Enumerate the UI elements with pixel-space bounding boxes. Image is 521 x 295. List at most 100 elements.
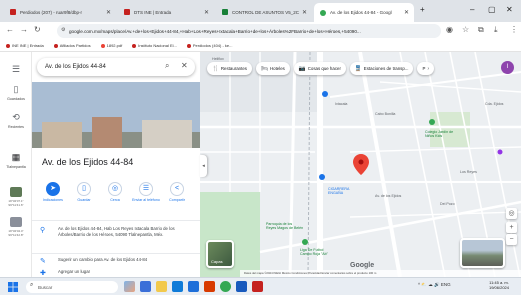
share-icon: < [170, 182, 184, 196]
browser-tab-active[interactable]: Av. de los Ejidos 44-84 - Googl ✕ [314, 3, 414, 22]
nearby-icon: ◎ [108, 182, 122, 196]
taskbar-clock[interactable]: 11:45 a. m. 19/06/2024 [484, 280, 514, 290]
pdf-reader-icon[interactable] [252, 281, 263, 292]
place-actions: ➤ Indicaciones ▯ Guardar ◎ Cerca ☰ Envia… [38, 182, 194, 212]
close-tab-icon[interactable]: ✕ [404, 9, 409, 16]
widget-app-icon[interactable] [124, 281, 135, 292]
chip-transit[interactable]: 🚆 Estaciones de transp... [349, 62, 414, 75]
forward-icon[interactable]: → [20, 25, 28, 34]
search-input[interactable]: Av. de los Ejidos 44-84 [45, 64, 106, 70]
save-button[interactable]: ▯ Guardar [69, 182, 99, 202]
address-bar[interactable]: ⚙ google.com.mx/maps/place/Av.+de+los+Ej… [57, 24, 441, 38]
bookmark-item[interactable]: Instituto Nacional El... [132, 43, 177, 48]
suggest-edit-row[interactable]: ✎ Sugerir un cambio para Av. de los Ejid… [38, 257, 196, 266]
minimize-button[interactable]: – [470, 5, 474, 14]
task-view-icon[interactable] [140, 281, 151, 292]
recent-place-thumbnail[interactable] [10, 217, 22, 227]
outlook-icon[interactable] [188, 281, 199, 292]
chip-parking[interactable]: P › [417, 62, 435, 75]
office-icon[interactable] [204, 281, 215, 292]
bookmark-item[interactable]: 1892.pdf [100, 43, 122, 48]
search-icon[interactable]: ⌕ [165, 61, 169, 71]
bookmark-favicon-icon [186, 43, 191, 48]
windows-taskbar: ⌕ Buscar ^ ⛅ ☁ 🔊 ENG 11:45 a. m. 19/06/2… [0, 277, 521, 295]
location-icon[interactable]: ◉ [446, 25, 453, 34]
school-poi-icon[interactable] [429, 119, 435, 125]
add-place-row[interactable]: ✚ Agregar un lugar [38, 269, 196, 277]
close-window-button[interactable]: ✕ [506, 5, 513, 14]
map-label-cigarrera: CIGARRERA ENGAÑA [328, 187, 350, 195]
bookmark-item[interactable]: INE INE | Entrada [6, 43, 44, 48]
recent-place-icon: ▦ [11, 152, 21, 162]
recent-place-thumbnail[interactable] [10, 187, 22, 197]
bookmark-item[interactable]: Afiliados Partidos [53, 43, 91, 48]
maps-favicon-icon [320, 9, 326, 16]
bookmark-icon: ▯ [77, 182, 91, 196]
address-row[interactable]: ⚲ Av. de los Ejidos 44-84, Hab Los Reyes… [38, 226, 196, 252]
menu-button[interactable]: ☰ [0, 64, 32, 77]
transit-poi-icon[interactable] [322, 91, 328, 97]
share-button[interactable]: < Compartir [162, 182, 192, 202]
avatar[interactable]: I [501, 61, 514, 74]
divider [32, 253, 200, 254]
map-label-cabo-bonilla: Cabo Bonilla [375, 112, 396, 116]
thumbnail-caption: 19°32'04.4" 99°11'42.8" [8, 229, 24, 237]
windows-start-icon[interactable] [8, 282, 18, 292]
transit-icon: 🚆 [354, 65, 362, 72]
menu-dots-icon[interactable]: ⋮ [510, 25, 518, 34]
bookmark-favicon-icon [100, 43, 105, 48]
zoom-out-button[interactable]: − [506, 234, 517, 245]
rail-item-recent-place[interactable]: ▦ Tlalnepantla [0, 152, 32, 169]
maximize-button[interactable]: ▢ [488, 5, 496, 14]
gmail-favicon-icon [10, 9, 16, 15]
new-tab-button[interactable]: + [420, 5, 425, 14]
chip-restaurants[interactable]: 🍴 Restaurantes [207, 62, 252, 75]
browser-toolbar: ← → ↻ ⚙ google.com.mx/maps/place/Av.+de+… [0, 22, 521, 40]
zoom-in-button[interactable]: + [506, 222, 517, 233]
send-to-phone-button[interactable]: ☰ Enviar al teléfono [131, 182, 161, 202]
map-label-futbol: Liga De Futbol Campo Roja "Ab" [300, 248, 328, 256]
close-icon[interactable]: ✕ [181, 61, 188, 70]
system-tray[interactable]: ^ ⛅ ☁ 🔊 ENG [418, 282, 451, 288]
sports-poi-icon[interactable] [302, 239, 308, 245]
tab-label: Av. de los Ejidos 44-84 - Googl [330, 10, 392, 15]
my-location-button[interactable]: ◎ [506, 208, 517, 219]
shop-poi-icon[interactable] [497, 149, 503, 155]
layers-button[interactable]: Capas [206, 240, 234, 268]
map-label-ixtacala: Ixtacala [335, 102, 348, 106]
close-tab-icon[interactable]: ✕ [204, 9, 209, 16]
nearby-button[interactable]: ◎ Cerca [100, 182, 130, 202]
collapse-panel-button[interactable]: ◂ [200, 155, 207, 177]
transit-poi-icon[interactable] [319, 174, 325, 180]
map-label-cda-ejidos: Cda. Ejidos [485, 102, 504, 106]
browser-tab-2[interactable]: DTS INE | Entrada ✕ [118, 4, 214, 20]
site-info-icon[interactable]: ⚙ [61, 27, 65, 33]
directions-button[interactable]: ➤ Indicaciones [38, 182, 68, 202]
close-tab-icon[interactable]: ✕ [302, 9, 307, 16]
extensions-icon[interactable]: ⧉ [478, 25, 484, 35]
chrome-icon[interactable] [220, 281, 231, 292]
download-icon[interactable]: ⤓ [494, 25, 498, 35]
bookmark-item[interactable]: Perdiodos (404) - ke... [186, 43, 232, 48]
url-text: google.com.mx/maps/place/Av.+de+los+Ejid… [69, 28, 361, 34]
browser-tab-1[interactable]: Perdiodos (207) - ruar9f8/dbp-r ✕ [4, 4, 116, 20]
browser-tab-3[interactable]: CONTROL DE ASUNTOS V5_2C ✕ [216, 4, 312, 20]
edit-pencil-icon: ✎ [40, 258, 46, 265]
file-explorer-icon[interactable] [156, 281, 167, 292]
search-box[interactable]: Av. de los Ejidos 44-84 ⌕ ✕ [37, 58, 195, 76]
chip-hotels[interactable]: 🛏 Hoteles [255, 62, 290, 75]
bookmark-star-icon[interactable]: ☆ [462, 25, 469, 34]
rail-item-saved[interactable]: ▯ Guardados [0, 84, 32, 101]
chip-things-to-do[interactable]: 📷 Cosas que hacer [293, 62, 346, 75]
reload-icon[interactable]: ↻ [34, 25, 41, 34]
taskbar-search-input[interactable]: ⌕ Buscar [26, 281, 118, 293]
hamburger-menu-icon: ☰ [11, 64, 21, 74]
word-icon[interactable] [236, 281, 247, 292]
rail-item-recent[interactable]: ⟲ Recientes [0, 112, 32, 129]
back-icon[interactable]: ← [6, 25, 14, 34]
map-category-chips: 🍴 Restaurantes 🛏 Hoteles 📷 Cosas que hacer … [207, 62, 435, 76]
edge-browser-icon[interactable] [172, 281, 183, 292]
street-view-thumbnail[interactable] [460, 238, 505, 268]
close-tab-icon[interactable]: ✕ [106, 9, 111, 16]
bookmark-favicon-icon [53, 43, 58, 48]
